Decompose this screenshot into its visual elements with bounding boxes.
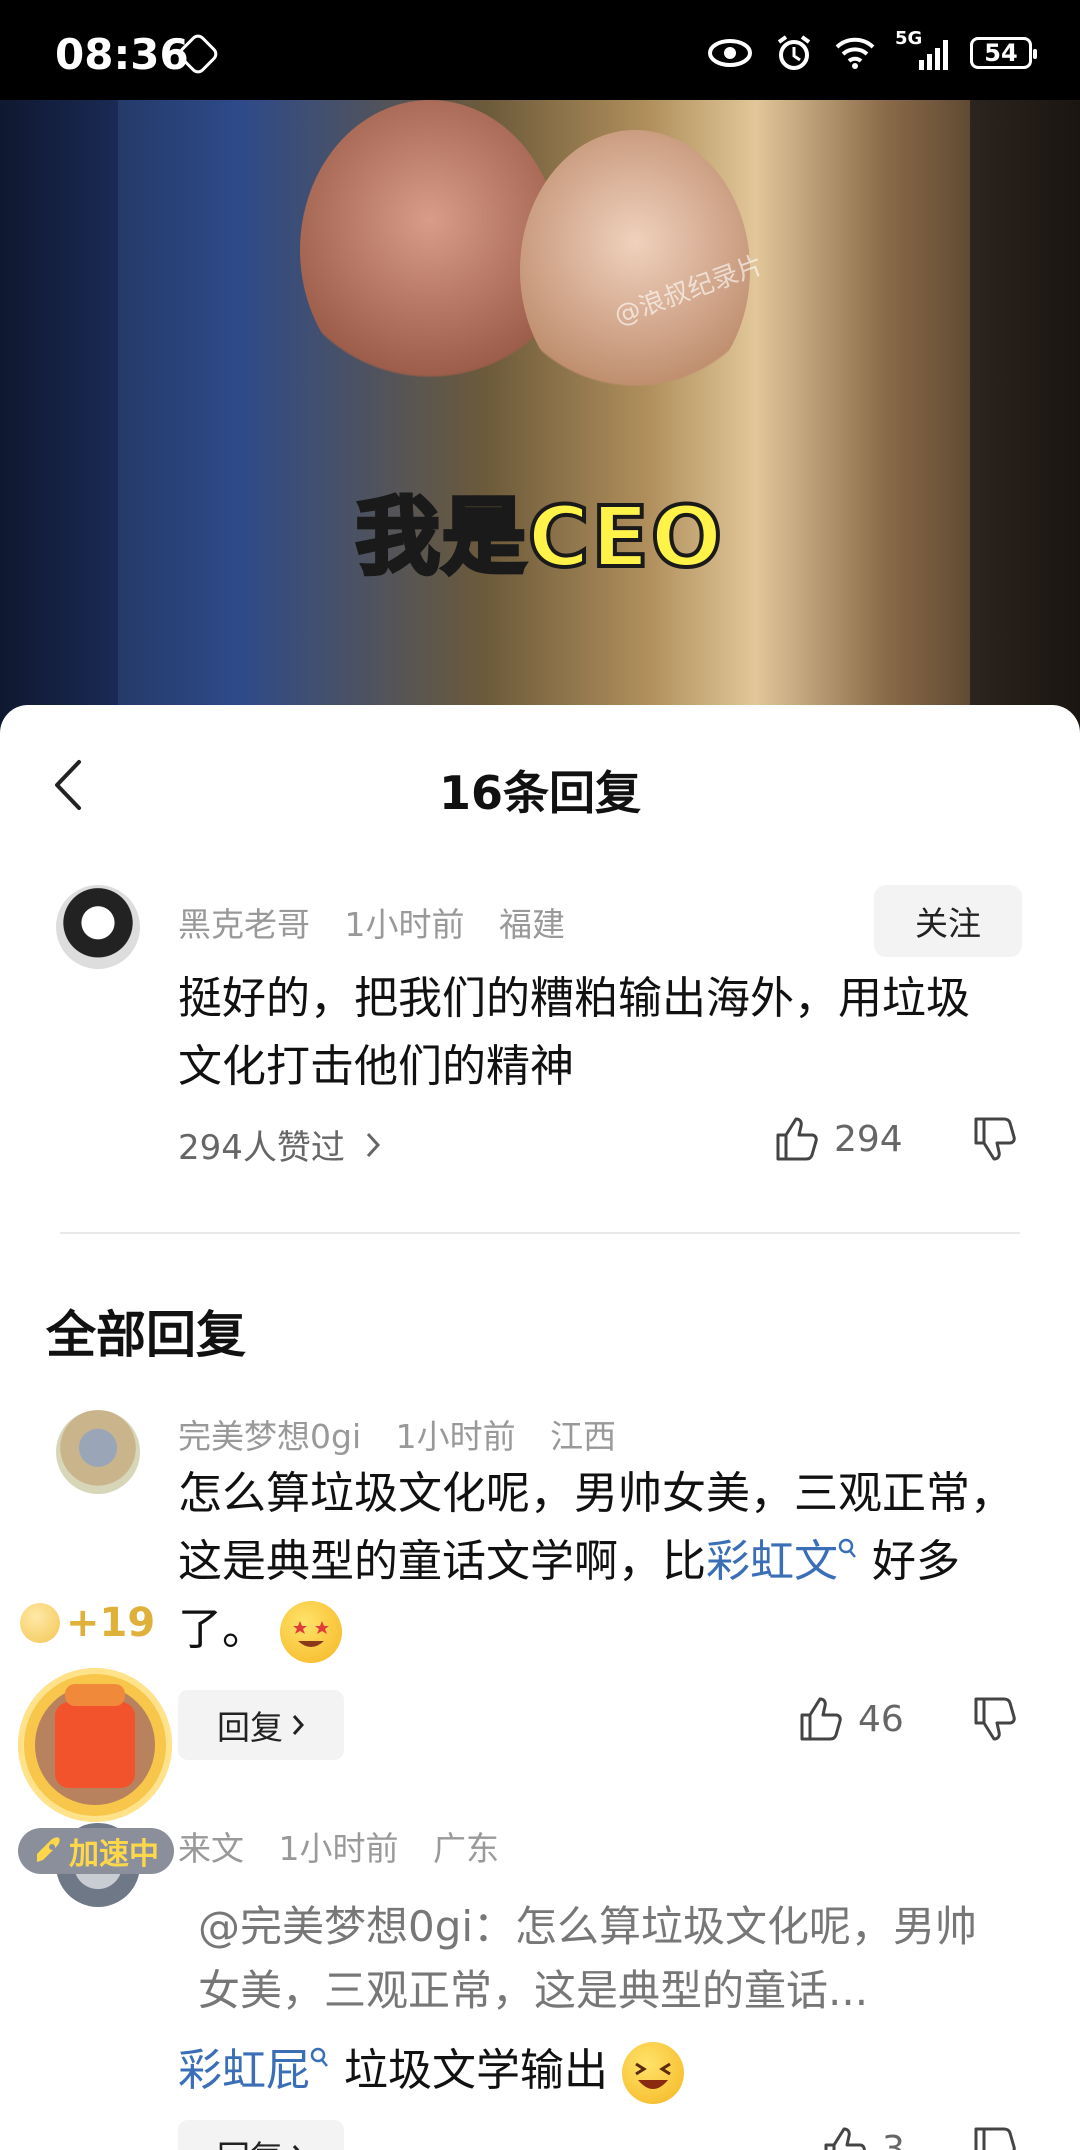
username[interactable]: 来文	[178, 1829, 244, 1868]
avatar[interactable]	[56, 1410, 140, 1494]
battery-icon: 54	[970, 37, 1037, 69]
dislike-button[interactable]	[970, 2125, 1018, 2150]
section-title: 全部回复	[46, 1306, 246, 1364]
status-bar: 08:36 5G 54	[0, 0, 1080, 100]
like-button[interactable]: 294	[772, 1115, 903, 1163]
like-count: 3	[882, 2128, 905, 2150]
video-caption: 我是CEO	[354, 486, 725, 588]
network-type: 5G	[895, 28, 923, 49]
location: 江西	[550, 1417, 617, 1456]
alarm-icon	[777, 35, 811, 70]
topic-link-label: 彩虹文	[706, 1536, 838, 1587]
follow-button[interactable]: 关注	[874, 885, 1022, 957]
coin-jar-icon	[55, 1684, 135, 1788]
star-eyes-emoji-icon	[280, 1601, 342, 1663]
reply-text-b: 垃圾文学输出	[330, 2045, 608, 2096]
status-time: 08:36	[55, 30, 189, 79]
timestamp: 1小时前	[278, 1829, 399, 1868]
reward-widget[interactable]	[18, 1668, 172, 1822]
thumbs-up-icon	[800, 1697, 842, 1741]
laughing-emoji-icon	[622, 2042, 684, 2104]
location: 福建	[499, 905, 565, 944]
eye-icon	[708, 39, 752, 67]
reward-status-badge[interactable]: 加速中	[18, 1828, 174, 1874]
status-icons: 5G 54	[707, 28, 1037, 72]
reward-jar-container	[35, 1684, 155, 1805]
dislike-button[interactable]	[970, 1115, 1018, 1163]
like-count: 294	[834, 1118, 903, 1160]
signal-icon: 5G	[895, 28, 948, 70]
reward-status-label: 加速中	[69, 1837, 159, 1872]
comment-text: 挺好的，把我们的糟粕输出海外，用垃圾文化打击他们的精神	[178, 973, 970, 1092]
thumbs-down-icon	[974, 2127, 1016, 2150]
timestamp: 1小时前	[344, 905, 465, 944]
divider	[60, 1232, 1020, 1234]
timestamp: 1小时前	[395, 1417, 516, 1456]
wifi-icon	[835, 37, 875, 69]
video-edge-left	[0, 100, 118, 740]
reply-button[interactable]: 回复	[178, 1690, 344, 1760]
like-button[interactable]: 46	[796, 1695, 904, 1743]
quoted-reply[interactable]: @完美梦想0gi：怎么算垃圾文化呢，男帅女美，三观正常，这是典型的童话...	[198, 1895, 998, 2023]
chevron-right-icon	[366, 1132, 380, 1157]
search-icon	[310, 2048, 328, 2068]
like-count: 46	[858, 1698, 904, 1740]
thumbs-down-icon	[974, 1697, 1016, 1741]
reply-button-label: 回复	[217, 1708, 283, 1747]
topic-link-label: 彩虹屁	[178, 2045, 310, 2096]
dislike-button[interactable]	[970, 1695, 1018, 1743]
sheet-header: 16条回复	[0, 705, 1080, 865]
chevron-right-icon	[292, 2145, 300, 2150]
location: 广东	[433, 1829, 499, 1868]
username[interactable]: 完美梦想0gi	[178, 1417, 361, 1456]
avatar[interactable]	[56, 885, 140, 969]
chevron-right-icon	[292, 1715, 305, 1735]
video-edge-right	[970, 100, 1080, 740]
reward-plus-value: +19	[66, 1600, 156, 1646]
rocket-icon	[37, 1837, 60, 1862]
reply-meta: 来文 1小时前 广东	[178, 1822, 523, 1870]
sheet-title: 16条回复	[438, 766, 641, 820]
topic-link[interactable]: 彩虹屁	[178, 2045, 330, 2096]
reply-button-label: 回复	[217, 2131, 283, 2150]
search-icon	[838, 1539, 856, 1559]
coin-icon	[20, 1603, 60, 1643]
reply-button[interactable]: 回复	[178, 2120, 344, 2150]
topic-link[interactable]: 彩虹文	[706, 1536, 858, 1587]
thumbs-up-icon	[776, 1117, 818, 1161]
comment-meta: 黑克老哥 1小时前 福建	[178, 898, 589, 946]
reply-text: 彩虹屁 垃圾文学输出	[178, 2037, 1028, 2105]
likers-label: 294人赞过	[178, 1128, 345, 1168]
likers-link[interactable]: 294人赞过	[178, 1120, 381, 1169]
thumbs-up-icon	[824, 2127, 866, 2150]
like-button[interactable]: 3	[820, 2125, 905, 2150]
battery-level: 54	[984, 39, 1018, 67]
thumbs-down-icon	[974, 1117, 1016, 1161]
username[interactable]: 黑克老哥	[178, 905, 310, 944]
reply-text: 怎么算垃圾文化呢，男帅女美，三观正常，这是典型的童话文学啊，比彩虹文 好多了。	[178, 1460, 1028, 1664]
reward-points: +19	[20, 1600, 155, 1646]
reply-sheet: 16条回复 黑克老哥 1小时前 福建 关注 挺好的，把我们的糟粕输出海外，用垃圾…	[0, 705, 1080, 2150]
reply-meta: 完美梦想0gi 1小时前 江西	[178, 1410, 640, 1458]
video-player[interactable]: @浪叔纪录片 我是CEO	[0, 100, 1080, 740]
